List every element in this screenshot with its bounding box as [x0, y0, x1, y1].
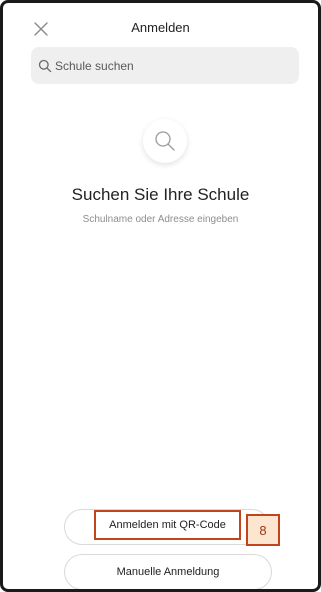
- manual-login-button[interactable]: Manuelle Anmeldung: [64, 554, 272, 589]
- annotation-badge: 8: [246, 514, 280, 546]
- empty-state-subtext: Schulname oder Adresse eingeben: [82, 214, 239, 225]
- search-input[interactable]: [55, 47, 285, 84]
- search-icon: [155, 131, 175, 151]
- empty-state-icon-circle: [143, 119, 187, 163]
- qr-login-button-label[interactable]: Anmelden mit QR-Code: [94, 510, 241, 540]
- empty-state-heading: Suchen Sie Ihre Schule: [71, 185, 250, 204]
- search-bar[interactable]: [31, 47, 299, 84]
- page-title: Anmelden: [131, 20, 190, 35]
- login-screen: Anmelden Suchen Sie Ihre Schule Schulnam…: [0, 0, 321, 592]
- search-icon: [38, 59, 52, 73]
